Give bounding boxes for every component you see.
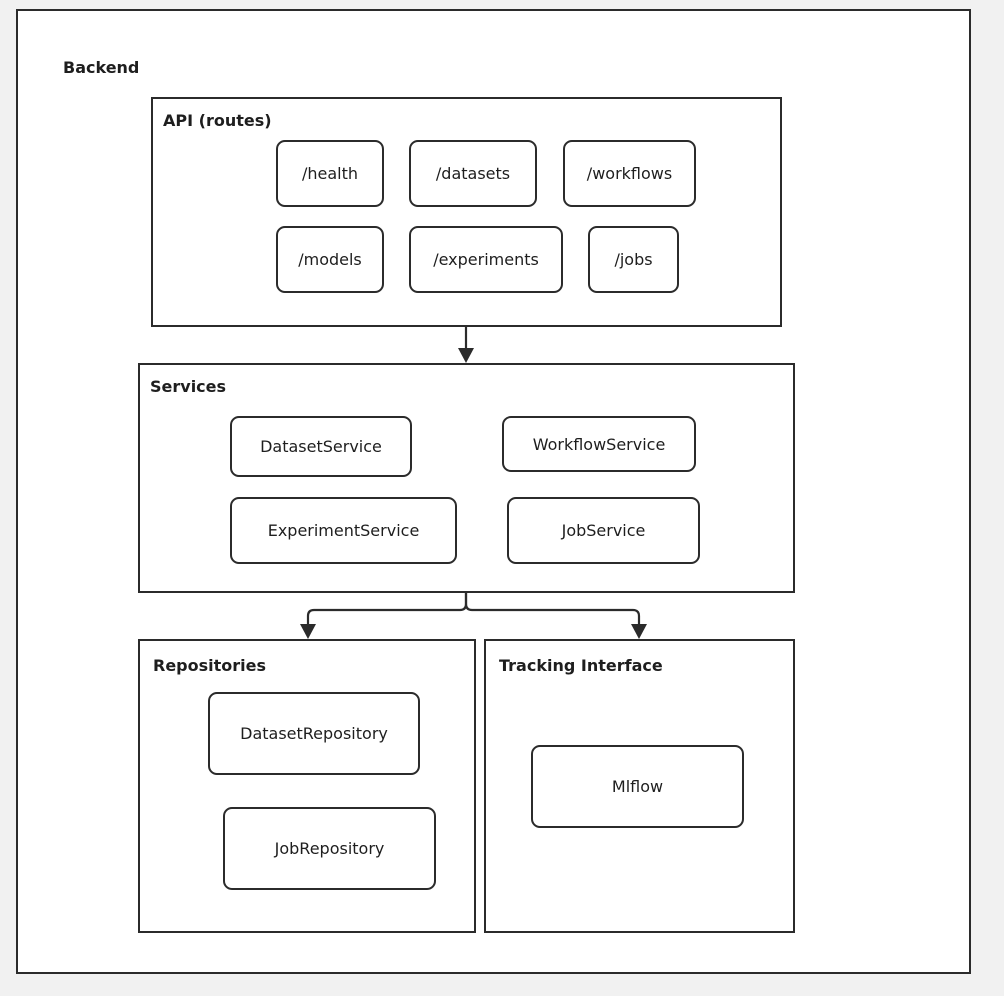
dataset-service-node[interactable]: DatasetService: [230, 416, 412, 477]
route-experiments-node[interactable]: /experiments: [409, 226, 563, 293]
services-label: Services: [150, 377, 227, 396]
api-routes-label: API (routes): [163, 111, 272, 130]
mlflow-node[interactable]: Mlflow: [531, 745, 744, 828]
job-service-node[interactable]: JobService: [507, 497, 700, 564]
route-models-node[interactable]: /models: [276, 226, 384, 293]
job-repository-node[interactable]: JobRepository: [223, 807, 436, 890]
tracking-interface-label: Tracking Interface: [499, 656, 663, 675]
route-workflows-node[interactable]: /workflows: [563, 140, 696, 207]
dataset-repository-node[interactable]: DatasetRepository: [208, 692, 420, 775]
repositories-label: Repositories: [153, 656, 267, 675]
route-health-node[interactable]: /health: [276, 140, 384, 207]
workflow-service-node[interactable]: WorkflowService: [502, 416, 696, 472]
route-datasets-node[interactable]: /datasets: [409, 140, 537, 207]
experiment-service-node[interactable]: ExperimentService: [230, 497, 457, 564]
backend-title: Backend: [63, 58, 140, 77]
route-jobs-node[interactable]: /jobs: [588, 226, 679, 293]
